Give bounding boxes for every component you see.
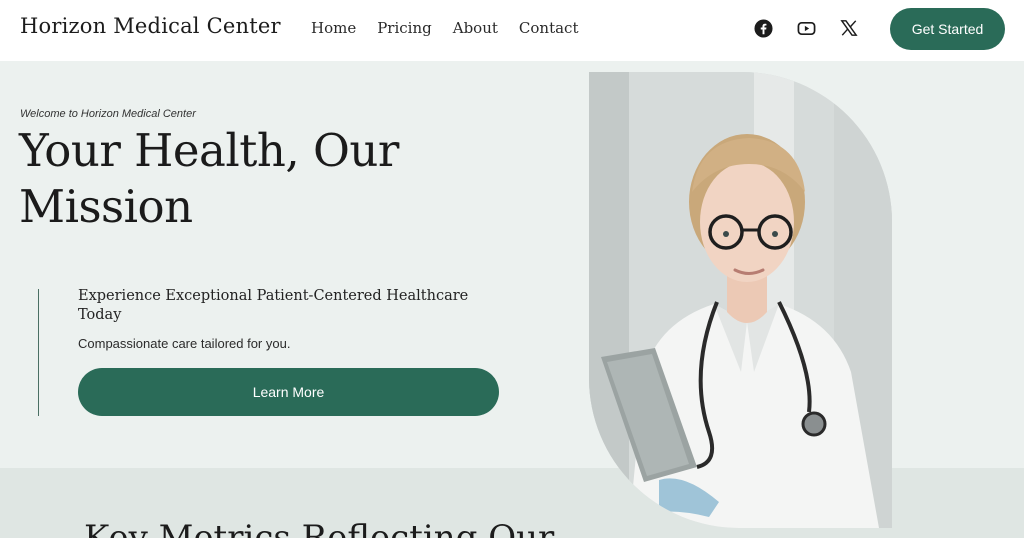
hero-headline: Your Health, Our Mission — [19, 124, 399, 233]
doctor-image — [589, 72, 892, 528]
nav-about[interactable]: About — [453, 19, 498, 37]
youtube-icon[interactable] — [796, 18, 816, 38]
nav-pricing[interactable]: Pricing — [377, 19, 432, 37]
x-icon[interactable] — [839, 18, 859, 38]
nav-contact[interactable]: Contact — [519, 19, 579, 37]
metrics-title: Key Metrics Reflecting Our — [84, 518, 555, 538]
divider-line — [38, 289, 39, 416]
get-started-button[interactable]: Get Started — [890, 8, 1005, 50]
brand-name[interactable]: Horizon Medical Center — [20, 14, 281, 38]
hero-subheading: Experience Exceptional Patient-Centered … — [78, 288, 469, 323]
site-header: Horizon Medical Center Home Pricing Abou… — [0, 0, 1024, 61]
social-links — [753, 18, 859, 38]
doctor-illustration — [589, 72, 892, 528]
learn-more-button[interactable]: Learn More — [78, 368, 499, 416]
facebook-icon[interactable] — [753, 18, 773, 38]
hero-subtext: Compassionate care tailored for you. — [78, 336, 291, 351]
main-nav: Home Pricing About Contact — [311, 19, 578, 37]
welcome-text: Welcome to Horizon Medical Center — [20, 108, 196, 120]
nav-home[interactable]: Home — [311, 19, 356, 37]
